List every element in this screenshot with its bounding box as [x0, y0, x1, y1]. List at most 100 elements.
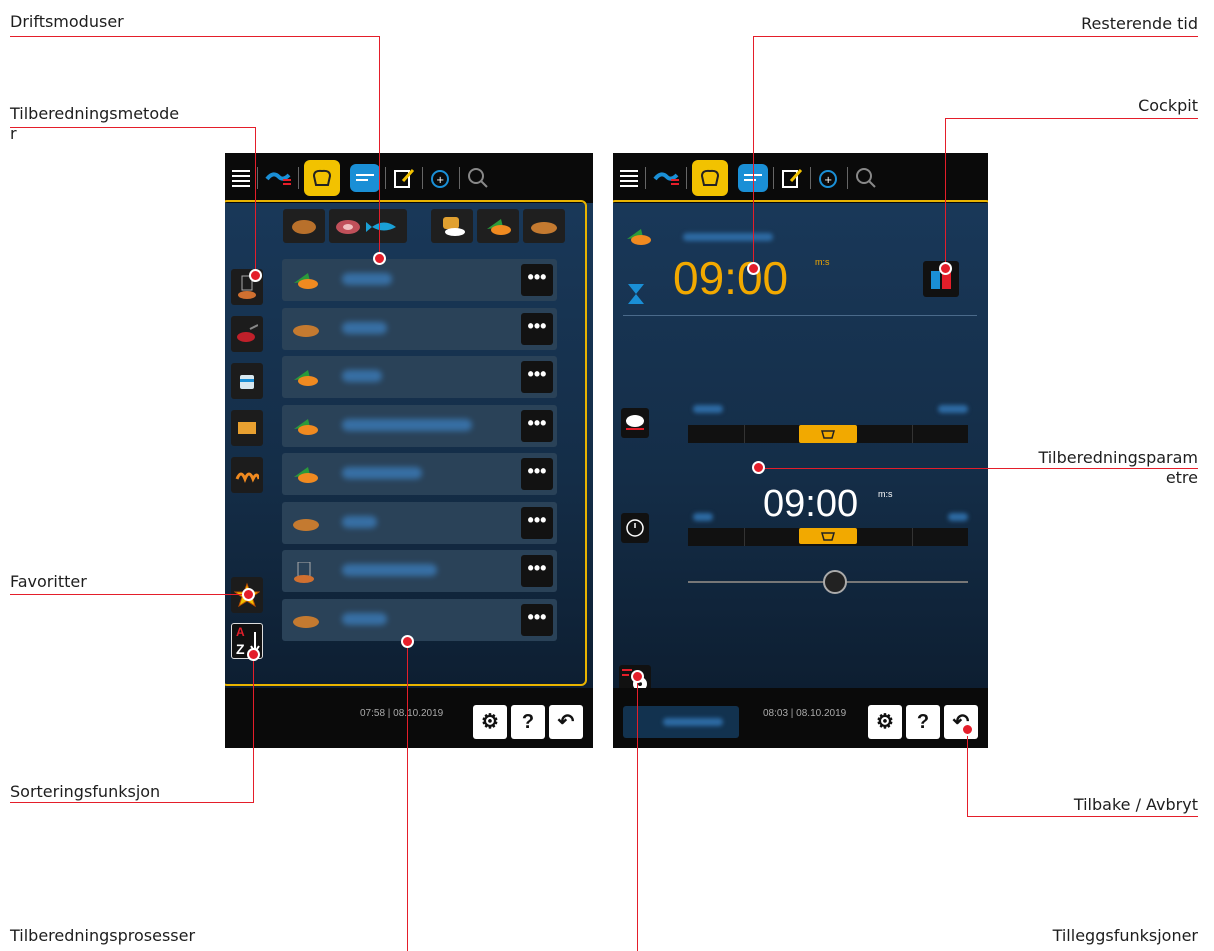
- callout-favoritter: Favoritter: [10, 572, 87, 591]
- preheat-bar[interactable]: [623, 706, 739, 738]
- cooking-modes-tab-icon[interactable]: [304, 160, 340, 196]
- marker-dot: [747, 262, 760, 275]
- method-pan-icon[interactable]: [231, 316, 263, 352]
- more-options-button[interactable]: •••: [521, 264, 553, 296]
- process-row[interactable]: •••: [282, 550, 557, 592]
- nav-separator: [422, 167, 423, 189]
- more-options-button[interactable]: •••: [521, 458, 553, 490]
- process-name-blurred: [342, 612, 387, 625]
- process-row[interactable]: •••: [282, 307, 557, 350]
- leader-line: [255, 127, 256, 275]
- category-vegetables-icon[interactable]: [477, 209, 519, 243]
- method-baking-sheet-icon[interactable]: [231, 410, 263, 446]
- callout-tilberedningsmetoder-line1: Tilberedningsmetode: [10, 104, 180, 123]
- callout-tilleggsfunksjoner: Tilleggsfunksjoner: [1052, 926, 1198, 945]
- climate-slider-knob[interactable]: [799, 425, 857, 443]
- timer-param-icon[interactable]: [621, 513, 649, 543]
- svg-text:+: +: [436, 175, 444, 186]
- vegetables-icon: [292, 368, 320, 386]
- process-name-blurred: [342, 564, 437, 576]
- climate-param-icon[interactable]: [621, 408, 649, 438]
- process-name-blurred: [342, 321, 387, 334]
- category-bakery-icon[interactable]: [523, 209, 565, 243]
- marker-dot: [249, 269, 262, 282]
- edit-icon[interactable]: [391, 160, 417, 196]
- more-options-button[interactable]: •••: [521, 555, 553, 587]
- method-grill-icon[interactable]: [231, 457, 263, 493]
- param-time: 09:00: [763, 483, 859, 525]
- nav-separator: [773, 167, 774, 189]
- programs-icon[interactable]: [350, 164, 380, 192]
- process-row[interactable]: •••: [282, 356, 557, 398]
- nav-separator: [847, 167, 848, 189]
- callout-tilberedningsprosesser: Tilberedningsprosesser: [10, 926, 196, 945]
- help-button[interactable]: ?: [906, 705, 940, 739]
- process-row[interactable]: •••: [282, 598, 557, 641]
- bread-icon: [292, 514, 320, 532]
- callout-driftsmoduser: Driftsmoduser: [10, 12, 124, 31]
- menu-icon[interactable]: [230, 160, 252, 196]
- search-icon[interactable]: [853, 160, 879, 196]
- more-options-button[interactable]: •••: [521, 361, 553, 393]
- leader-line: [10, 594, 250, 595]
- marker-dot: [401, 635, 414, 648]
- back-button[interactable]: ↶: [549, 705, 583, 739]
- cooking-modes-tab-icon[interactable]: [692, 160, 728, 196]
- settings-gear-icon[interactable]: ⚙: [868, 705, 902, 739]
- process-row[interactable]: •••: [282, 404, 557, 447]
- callout-tilberedningsparametre-line2: etre: [1165, 468, 1198, 487]
- process-row[interactable]: •••: [282, 453, 557, 495]
- leader-line: [967, 816, 1198, 817]
- climate-slider[interactable]: [688, 425, 968, 443]
- time-slider[interactable]: [688, 528, 968, 546]
- process-name-blurred: [342, 273, 392, 285]
- sort-letter-a: A: [236, 625, 245, 639]
- climate-min-label: [693, 405, 723, 413]
- search-icon[interactable]: [465, 160, 491, 196]
- more-options-button[interactable]: •••: [521, 312, 553, 345]
- intelligent-cooking-icon[interactable]: [651, 160, 681, 196]
- intelligent-cooking-icon[interactable]: [263, 160, 293, 196]
- time-slider-knob[interactable]: [799, 528, 857, 544]
- bottom-bar: 08:03 | 08.10.2019 ⚙ ? ↶: [613, 688, 988, 748]
- back-cancel-button[interactable]: ↶: [944, 705, 978, 739]
- leader-line: [759, 468, 1198, 469]
- more-options-button[interactable]: •••: [521, 409, 553, 442]
- slider-tick: [744, 425, 745, 443]
- menu-icon[interactable]: [618, 160, 640, 196]
- category-meat-fish-icon[interactable]: [329, 209, 407, 243]
- category-egg-dessert-icon[interactable]: [431, 209, 473, 243]
- connected-cooking-icon[interactable]: +: [428, 160, 454, 196]
- leader-line: [945, 118, 946, 268]
- divider: [623, 315, 977, 316]
- nav-separator: [298, 167, 299, 189]
- fan-speed-knob[interactable]: [823, 570, 847, 594]
- leader-line: [967, 729, 968, 817]
- slider-tick: [744, 528, 745, 546]
- marker-dot: [752, 461, 765, 474]
- edit-icon[interactable]: [779, 160, 805, 196]
- nav-separator: [385, 167, 386, 189]
- help-button[interactable]: ?: [511, 705, 545, 739]
- callout-tilbake-avbryt: Tilbake / Avbryt: [1073, 795, 1198, 814]
- bottom-bar: 07:58 | 08.10.2019 ⚙ ? ↶: [225, 688, 593, 748]
- marker-dot: [247, 648, 260, 661]
- connected-cooking-icon[interactable]: +: [816, 160, 842, 196]
- process-row[interactable]: •••: [282, 501, 557, 544]
- leader-line: [753, 36, 754, 268]
- preheat-label: [663, 718, 723, 726]
- process-row[interactable]: •••: [282, 259, 557, 301]
- method-pot-icon[interactable]: [231, 363, 263, 399]
- category-poultry-icon[interactable]: [283, 209, 325, 243]
- callout-cockpit: Cockpit: [1138, 96, 1198, 115]
- rack-icon: [292, 561, 320, 583]
- settings-gear-icon[interactable]: ⚙: [473, 705, 507, 739]
- clock-date: 07:58 | 08.10.2019: [360, 708, 444, 719]
- nav-separator: [257, 167, 258, 189]
- callout-tilberedningsmetoder: Tilberedningsmetode r: [10, 104, 179, 144]
- more-options-button[interactable]: •••: [521, 506, 553, 539]
- more-options-button[interactable]: •••: [521, 603, 553, 636]
- time-max-label: [948, 513, 968, 521]
- bread-icon: [292, 611, 320, 629]
- marker-dot: [242, 588, 255, 601]
